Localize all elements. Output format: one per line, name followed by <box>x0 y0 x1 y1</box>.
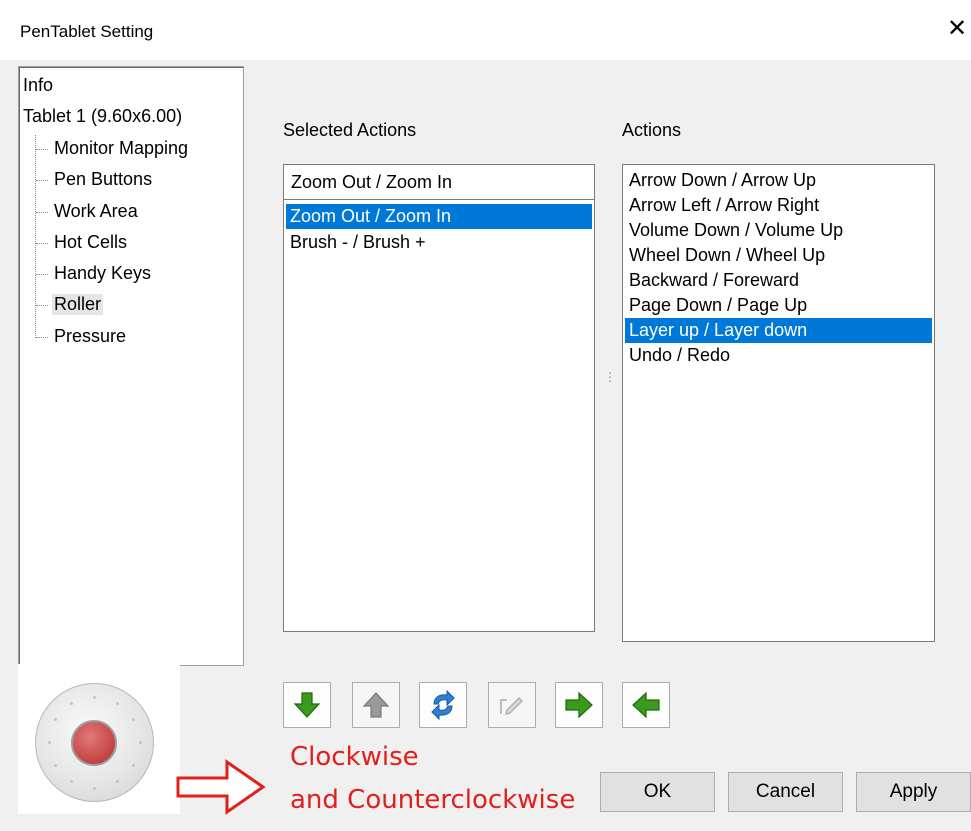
blue-swap-icon <box>431 689 455 721</box>
annotation-text-line-2: and Counterclockwise <box>290 785 576 815</box>
list-item[interactable]: Undo / Redo <box>625 343 932 368</box>
selected-actions-list[interactable]: Zoom Out / Zoom In Brush - / Brush + <box>283 199 595 632</box>
move-up-button[interactable] <box>352 682 400 728</box>
tree-tick <box>36 212 48 213</box>
list-item[interactable]: Page Down / Page Up <box>625 293 932 318</box>
tree-item-pen-buttons[interactable]: Pen Buttons <box>54 169 152 190</box>
apply-button[interactable]: Apply <box>856 772 971 812</box>
selected-action-field[interactable]: Zoom Out / Zoom In <box>283 164 595 200</box>
splitter-handle[interactable]: ⋮ <box>604 371 616 392</box>
list-item[interactable]: Arrow Down / Arrow Up <box>625 168 932 193</box>
green-arrow-down-icon <box>293 692 321 718</box>
tree-tick <box>36 243 48 244</box>
ok-button[interactable]: OK <box>600 772 715 812</box>
tree-branch-line <box>35 135 36 338</box>
tree-item-hot-cells[interactable]: Hot Cells <box>54 232 127 253</box>
tree-tick <box>36 180 48 181</box>
cancel-button[interactable]: Cancel <box>728 772 843 812</box>
add-action-button[interactable] <box>555 682 603 728</box>
annotation-text-line-1: Clockwise <box>290 742 419 772</box>
green-arrow-right-icon <box>565 691 593 719</box>
swap-button[interactable] <box>419 682 467 728</box>
edit-pen-icon <box>500 697 523 715</box>
selected-actions-label: Selected Actions <box>283 120 417 140</box>
remove-action-button[interactable] <box>622 682 670 728</box>
tree-tick <box>36 149 48 150</box>
move-down-button[interactable] <box>283 682 331 728</box>
tree-tick <box>36 337 48 338</box>
green-arrow-left-icon <box>632 691 660 719</box>
close-icon[interactable]: ✕ <box>944 14 970 43</box>
tree-item-pressure[interactable]: Pressure <box>54 326 126 347</box>
settings-tree: Info Tablet 1 (9.60x6.00) Monitor Mappin… <box>18 66 244 666</box>
list-item[interactable]: Volume Down / Volume Up <box>625 218 932 243</box>
title-bar: PenTablet Setting ✕ <box>0 0 971 60</box>
tree-item-roller[interactable]: Roller <box>52 294 104 315</box>
edit-button[interactable] <box>488 682 536 728</box>
list-item[interactable]: Arrow Left / Arrow Right <box>625 193 932 218</box>
gray-arrow-up-icon <box>362 692 390 718</box>
actions-list[interactable]: Arrow Down / Arrow Up Arrow Left / Arrow… <box>622 164 935 642</box>
annotation-arrow-icon <box>176 759 266 815</box>
tree-item-monitor-mapping[interactable]: Monitor Mapping <box>54 138 188 159</box>
list-item[interactable]: Brush - / Brush + <box>286 230 592 255</box>
list-item[interactable]: Backward / Foreward <box>625 268 932 293</box>
tree-item-handy-keys[interactable]: Handy Keys <box>54 263 151 284</box>
actions-label: Actions <box>622 120 682 140</box>
tree-tick <box>36 274 48 275</box>
tree-item-tablet[interactable]: Tablet 1 (9.60x6.00) <box>23 106 182 127</box>
tree-item-work-area[interactable]: Work Area <box>54 201 138 222</box>
roller-center-button-icon <box>71 720 117 766</box>
list-item[interactable]: Layer up / Layer down <box>625 318 932 343</box>
tree-tick <box>36 305 48 306</box>
selected-action-value: Zoom Out / Zoom In <box>291 172 453 192</box>
list-item[interactable]: Wheel Down / Wheel Up <box>625 243 932 268</box>
list-item[interactable]: Zoom Out / Zoom In <box>286 204 592 229</box>
window-title: PenTablet Setting <box>20 22 154 41</box>
tree-item-info[interactable]: Info <box>23 75 53 96</box>
